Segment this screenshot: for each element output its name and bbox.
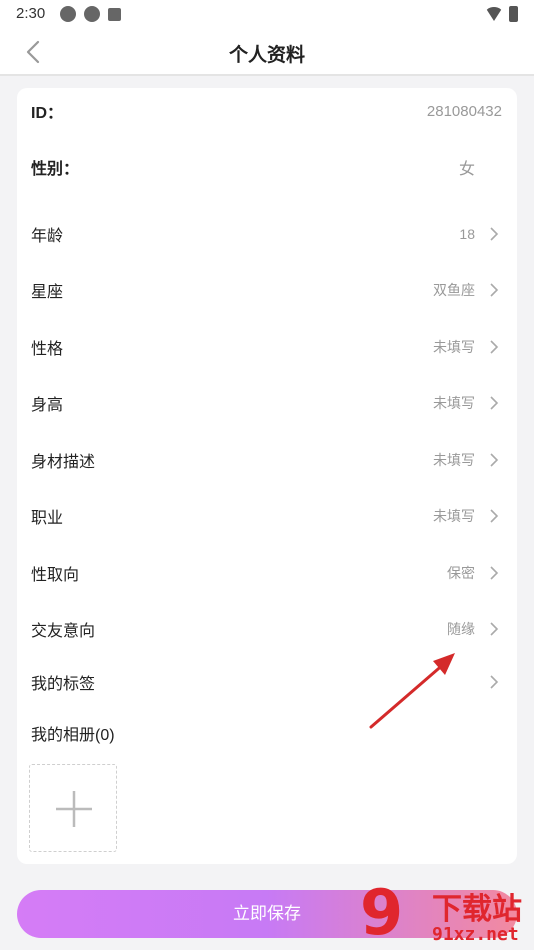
row-label: 年龄 <box>31 228 64 245</box>
row-label: 性取向 <box>31 567 80 584</box>
row-value: 未填写 <box>433 508 475 524</box>
plus-icon <box>56 791 92 827</box>
row-value: 随缘 <box>447 621 475 637</box>
row-value: 未填写 <box>433 452 475 468</box>
wifi-icon <box>485 7 503 21</box>
notification-icon <box>84 6 100 22</box>
watermark-brand: 下载站 <box>432 893 522 926</box>
row-zodiac[interactable]: 星座 双鱼座 <box>17 267 517 313</box>
page-title: 个人资料 <box>228 45 305 66</box>
notification-icon <box>108 8 121 21</box>
row-body-description[interactable]: 身材描述 未填写 <box>17 437 517 483</box>
add-photo-button[interactable] <box>29 764 117 852</box>
gender-label: 性别： <box>31 161 80 178</box>
profile-card: ID： 281080432 性别： 女 年龄 18 星座 双鱼座 性格 未填写 … <box>17 88 517 864</box>
watermark-digit: 9 <box>360 876 404 949</box>
id-value: 281080432 <box>426 102 502 120</box>
notification-icon <box>60 6 76 22</box>
chevron-right-icon <box>487 339 501 355</box>
chevron-right-icon <box>487 282 501 298</box>
row-label: 身材描述 <box>31 454 96 471</box>
chevron-right-icon <box>487 621 501 637</box>
row-value: 未填写 <box>433 395 475 411</box>
row-orientation[interactable]: 性取向 保密 <box>17 550 517 596</box>
row-age[interactable]: 年龄 18 <box>17 211 517 257</box>
album-title: 我的相册(0) <box>31 727 115 744</box>
status-bar: 2:30 <box>0 0 534 28</box>
id-row: ID： 281080432 <box>17 88 517 134</box>
id-label: ID： <box>31 105 64 122</box>
row-label: 职业 <box>31 510 64 527</box>
row-personality[interactable]: 性格 未填写 <box>17 324 517 370</box>
row-value: 保密 <box>447 565 475 581</box>
chevron-right-icon <box>487 674 501 690</box>
gender-row: 性别： 女 <box>17 144 517 190</box>
row-label: 性格 <box>31 341 64 358</box>
chevron-right-icon <box>487 565 501 581</box>
row-occupation[interactable]: 职业 未填写 <box>17 493 517 539</box>
annotation-arrow <box>369 653 455 729</box>
gender-value: 女 <box>458 161 475 178</box>
watermark-logo: 9 下载站 91xz.net <box>360 880 534 950</box>
chevron-right-icon <box>487 395 501 411</box>
row-value: 双鱼座 <box>433 282 475 298</box>
chevron-right-icon <box>487 452 501 468</box>
row-height[interactable]: 身高 未填写 <box>17 380 517 426</box>
chevron-right-icon <box>487 226 501 242</box>
battery-icon <box>509 6 518 22</box>
chevron-right-icon <box>487 508 501 524</box>
row-label: 身高 <box>31 397 64 414</box>
watermark-url: 91xz.net <box>432 924 519 945</box>
row-label: 交友意向 <box>31 623 96 640</box>
notification-icons <box>60 6 121 22</box>
row-label: 星座 <box>31 284 64 301</box>
row-value: 18 <box>459 226 475 242</box>
system-icons <box>485 6 518 22</box>
row-label: 我的标签 <box>31 676 96 693</box>
app-header: 个人资料 <box>0 28 534 76</box>
row-value: 未填写 <box>433 339 475 355</box>
status-time: 2:30 <box>16 5 46 22</box>
